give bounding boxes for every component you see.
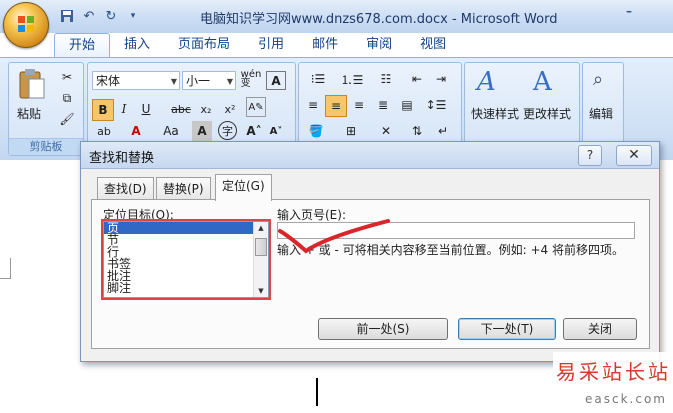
chevron-down-icon: ▼: [170, 77, 177, 86]
office-button[interactable]: [3, 2, 49, 48]
bullets-icon[interactable]: ⁝☰: [303, 69, 333, 89]
font-size-combo[interactable]: 小一 ▼: [182, 71, 236, 90]
next-button[interactable]: 下一处(T): [458, 318, 556, 340]
help-button[interactable]: ?: [578, 145, 602, 166]
binoculars-icon[interactable]: ⌕: [593, 69, 603, 90]
quick-access-toolbar: ↶ ↻ ▾: [58, 6, 142, 26]
enclose-character-icon[interactable]: 字: [218, 121, 237, 140]
tab-mailings[interactable]: 邮件: [298, 33, 352, 57]
clipboard-group: 粘贴 ✂ ⧉ 🖌 剪贴板: [8, 62, 84, 156]
list-item[interactable]: 页: [104, 222, 268, 234]
subscript-button[interactable]: x₂: [196, 99, 216, 119]
chevron-down-icon[interactable]: ▼: [254, 285, 268, 297]
tab-review[interactable]: 审阅: [352, 33, 406, 57]
borders-icon[interactable]: ⊞: [339, 121, 363, 141]
font-name-combo[interactable]: 宋体 ▼: [92, 71, 180, 90]
paste-icon[interactable]: [17, 67, 47, 101]
quick-styles-icon[interactable]: A: [477, 67, 496, 97]
goto-target-list[interactable]: 页 节 行 书签 批注 脚注 ▲ ▼: [103, 221, 269, 298]
font-name-value: 宋体: [96, 74, 121, 88]
clipboard-group-label: 剪贴板: [9, 138, 83, 155]
close-icon[interactable]: ✕: [616, 145, 652, 166]
tab-references[interactable]: 引用: [244, 33, 298, 57]
change-styles-icon[interactable]: A: [533, 67, 552, 97]
tab-goto[interactable]: 定位(G): [215, 174, 272, 201]
shading-icon[interactable]: 🪣: [303, 121, 329, 141]
checkmark-annotation-icon: [278, 219, 390, 254]
tab-insert[interactable]: 插入: [110, 33, 164, 57]
clear-format-icon[interactable]: A✎: [246, 97, 266, 117]
customize-icon[interactable]: ▾: [124, 7, 142, 25]
justify-icon[interactable]: ≣: [373, 95, 393, 115]
bold-button[interactable]: B: [92, 99, 114, 121]
tab-find[interactable]: 查找(D): [97, 177, 154, 200]
show-marks-icon[interactable]: ↵: [433, 121, 453, 141]
increase-indent-icon[interactable]: ⇥: [431, 69, 451, 89]
list-scrollbar[interactable]: ▲ ▼: [253, 222, 268, 297]
tab-page-layout[interactable]: 页面布局: [164, 33, 244, 57]
distributed-icon[interactable]: ▤: [397, 95, 417, 115]
chevron-down-icon: ▼: [226, 77, 233, 86]
save-icon[interactable]: [58, 7, 76, 25]
editing-label[interactable]: 编辑: [589, 105, 613, 122]
list-item[interactable]: 节: [104, 234, 268, 246]
chevron-up-icon[interactable]: ▲: [254, 222, 268, 234]
shrink-font-icon[interactable]: A˅: [266, 121, 286, 141]
sort-icon[interactable]: ⇅: [407, 121, 427, 141]
text-cursor: [316, 378, 318, 406]
ribbon-tabs: 开始 插入 页面布局 引用 邮件 审阅 视图: [54, 33, 460, 58]
tab-home[interactable]: 开始: [54, 33, 111, 58]
copy-icon[interactable]: ⧉: [57, 88, 77, 108]
font-size-value: 小一: [186, 74, 211, 88]
minimize-button[interactable]: –: [618, 2, 640, 20]
list-item[interactable]: 脚注: [104, 282, 268, 294]
watermark-text: 易采站长站: [556, 360, 671, 384]
character-border-icon[interactable]: A: [266, 71, 286, 90]
italic-button[interactable]: I: [114, 99, 134, 119]
line-spacing-icon[interactable]: ↕☰: [423, 95, 449, 115]
tab-view[interactable]: 视图: [406, 33, 460, 57]
chinese-layout-icon[interactable]: ✕: [373, 121, 399, 141]
dialog-title-bar[interactable]: [81, 142, 659, 169]
scroll-thumb[interactable]: [255, 238, 267, 256]
paste-label[interactable]: 粘贴: [17, 105, 41, 122]
character-shading-icon[interactable]: A: [192, 121, 212, 141]
align-left-icon[interactable]: ≡: [303, 95, 323, 115]
cut-icon[interactable]: ✂: [57, 67, 77, 87]
quick-styles-label[interactable]: 快速样式: [471, 105, 519, 122]
align-right-icon[interactable]: ≡: [349, 95, 369, 115]
align-center-icon[interactable]: ≡: [325, 95, 347, 117]
find-replace-dialog: 查找和替换 ? ✕ 查找(D) 替换(P) 定位(G) 定位目标(O): 页 节…: [80, 141, 660, 362]
multilevel-list-icon[interactable]: ☷: [371, 69, 401, 89]
strikethrough-button[interactable]: abc: [168, 99, 194, 119]
underline-button[interactable]: U: [136, 99, 156, 119]
close-button[interactable]: 关闭: [563, 318, 637, 340]
office-logo-icon: [18, 16, 34, 32]
grow-font-icon[interactable]: A˄: [244, 121, 264, 141]
superscript-button[interactable]: x²: [220, 99, 240, 119]
previous-button[interactable]: 前一处(S): [318, 318, 448, 340]
window-title: 电脑知识学习网www.dnzs678.com.docx - Microsoft …: [200, 12, 558, 27]
undo-icon[interactable]: ↶: [80, 7, 98, 25]
tab-replace[interactable]: 替换(P): [156, 177, 211, 200]
change-styles-label[interactable]: 更改样式: [523, 105, 571, 122]
dialog-title: 查找和替换: [89, 151, 155, 166]
change-case-icon[interactable]: Aa: [158, 121, 184, 141]
format-painter-icon[interactable]: 🖌: [57, 109, 77, 129]
redo-icon[interactable]: ↻: [102, 7, 120, 25]
decrease-indent-icon[interactable]: ⇤: [407, 69, 427, 89]
numbering-icon[interactable]: ⒈☰: [337, 69, 367, 89]
margin-mark: [0, 258, 11, 279]
phonetic-guide-icon[interactable]: wén 变: [240, 69, 262, 89]
watermark-url: easck.com: [585, 392, 667, 406]
